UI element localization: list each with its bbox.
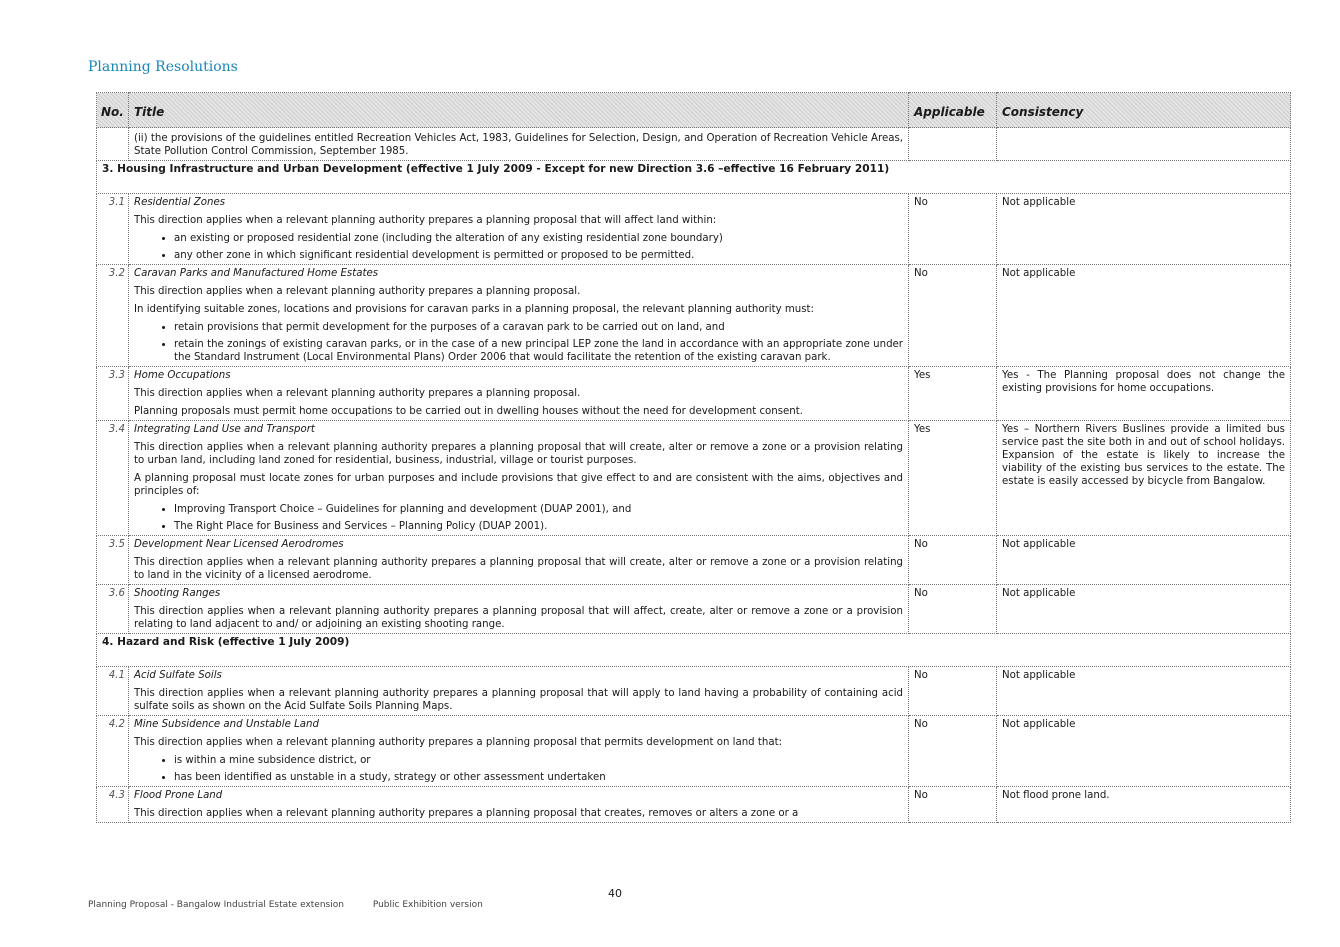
section-row-4: 4. Hazard and Risk (effective 1 July 200… bbox=[96, 633, 1291, 667]
direction-title: Residential Zones bbox=[134, 197, 226, 208]
consistency-cell: Not applicable bbox=[996, 666, 1291, 716]
list-item: retain provisions that permit developmen… bbox=[174, 321, 903, 334]
applicable-cell: No bbox=[908, 264, 997, 367]
direction-title: Integrating Land Use and Transport bbox=[134, 424, 315, 435]
applicable-cell: No bbox=[908, 715, 997, 787]
direction-text: Planning proposals must permit home occu… bbox=[134, 406, 803, 417]
col-header-title: Title bbox=[128, 92, 909, 128]
bullet-list: an existing or proposed residential zone… bbox=[134, 232, 903, 262]
applicable-cell: No bbox=[908, 193, 997, 265]
direction-text: This direction applies when a relevant p… bbox=[134, 737, 783, 748]
direction-text: This direction applies when a relevant p… bbox=[134, 557, 903, 581]
direction-title: Mine Subsidence and Unstable Land bbox=[134, 719, 319, 730]
table-row: 3.2 Caravan Parks and Manufactured Home … bbox=[96, 264, 1291, 367]
list-item: The Right Place for Business and Service… bbox=[174, 520, 903, 533]
section-title: 3. Housing Infrastructure and Urban Deve… bbox=[96, 160, 1291, 194]
direction-title: Development Near Licensed Aerodromes bbox=[134, 539, 344, 550]
consistency-cell: Not applicable bbox=[996, 584, 1291, 634]
applicable-cell: No bbox=[908, 666, 997, 716]
row-number: 4.2 bbox=[96, 715, 129, 787]
row-number: 3.5 bbox=[96, 535, 129, 585]
row-number: 3.6 bbox=[96, 584, 129, 634]
table-row: 4.3 Flood Prone Land This direction appl… bbox=[96, 786, 1291, 823]
list-item: has been identified as unstable in a stu… bbox=[174, 771, 903, 784]
list-item: an existing or proposed residential zone… bbox=[174, 232, 903, 245]
list-item: Improving Transport Choice – Guidelines … bbox=[174, 503, 903, 516]
col-header-no: No. bbox=[96, 92, 129, 128]
applicable-cell: No bbox=[908, 584, 997, 634]
direction-text: This direction applies when a relevant p… bbox=[134, 688, 903, 712]
consistency-cell: Not flood prone land. bbox=[996, 786, 1291, 823]
table-header-row: No. Title Applicable Consistency bbox=[96, 92, 1291, 128]
direction-text: This direction applies when a relevant p… bbox=[134, 606, 903, 630]
page-number: 40 bbox=[608, 887, 622, 900]
list-item: retain the zonings of existing caravan p… bbox=[174, 338, 903, 364]
footer-version: Public Exhibition version bbox=[372, 900, 483, 910]
direction-title: Flood Prone Land bbox=[134, 790, 223, 801]
table-row: 4.1 Acid Sulfate Soils This direction ap… bbox=[96, 666, 1291, 716]
table-row: (ii) the provisions of the guidelines en… bbox=[96, 127, 1291, 161]
direction-text: A planning proposal must locate zones fo… bbox=[134, 473, 903, 497]
consistency-cell: Not applicable bbox=[996, 535, 1291, 585]
direction-text: This direction applies when a relevant p… bbox=[134, 215, 717, 226]
section-title: 4. Hazard and Risk (effective 1 July 200… bbox=[96, 633, 1291, 667]
bullet-list: retain provisions that permit developmen… bbox=[134, 321, 903, 364]
applicable-cell: No bbox=[908, 535, 997, 585]
row-text: (ii) the provisions of the guidelines en… bbox=[134, 133, 903, 157]
direction-title: Home Occupations bbox=[134, 370, 231, 381]
direction-text: This direction applies when a relevant p… bbox=[134, 808, 799, 819]
direction-title: Caravan Parks and Manufactured Home Esta… bbox=[134, 268, 379, 279]
direction-text: This direction applies when a relevant p… bbox=[134, 286, 581, 297]
consistency-cell: Not applicable bbox=[996, 715, 1291, 787]
bullet-list: Improving Transport Choice – Guidelines … bbox=[134, 503, 903, 533]
planning-resolutions-table: No. Title Applicable Consistency (ii) th… bbox=[96, 92, 1291, 823]
table-row: 3.6 Shooting Ranges This direction appli… bbox=[96, 584, 1291, 634]
row-number: 4.3 bbox=[96, 786, 129, 823]
footer-document-title: Planning Proposal - Bangalow Industrial … bbox=[88, 900, 344, 910]
bullet-list: is within a mine subsidence district, or… bbox=[134, 754, 903, 784]
row-number: 3.3 bbox=[96, 366, 129, 421]
applicable-cell: Yes bbox=[908, 420, 997, 536]
list-item: any other zone in which significant resi… bbox=[174, 249, 903, 262]
page-heading: Planning Resolutions bbox=[88, 59, 238, 75]
direction-text: This direction applies when a relevant p… bbox=[134, 388, 581, 399]
row-number: 4.1 bbox=[96, 666, 129, 716]
consistency-cell: Not applicable bbox=[996, 264, 1291, 367]
consistency-cell: Yes – Northern Rivers Buslines provide a… bbox=[996, 420, 1291, 536]
table-row: 4.2 Mine Subsidence and Unstable Land Th… bbox=[96, 715, 1291, 787]
section-row-3: 3. Housing Infrastructure and Urban Deve… bbox=[96, 160, 1291, 194]
page-footer: Planning Proposal - Bangalow Industrial … bbox=[88, 900, 509, 910]
direction-title: Acid Sulfate Soils bbox=[134, 670, 222, 681]
table-row: 3.5 Development Near Licensed Aerodromes… bbox=[96, 535, 1291, 585]
row-number: 3.4 bbox=[96, 420, 129, 536]
col-header-applicable: Applicable bbox=[908, 92, 997, 128]
table-row: 3.1 Residential Zones This direction app… bbox=[96, 193, 1291, 265]
direction-text: This direction applies when a relevant p… bbox=[134, 442, 903, 466]
applicable-cell: No bbox=[908, 786, 997, 823]
col-header-consistency: Consistency bbox=[996, 92, 1291, 128]
consistency-cell: Not applicable bbox=[996, 193, 1291, 265]
list-item: is within a mine subsidence district, or bbox=[174, 754, 903, 767]
table-row: 3.4 Integrating Land Use and Transport T… bbox=[96, 420, 1291, 536]
direction-title: Shooting Ranges bbox=[134, 588, 221, 599]
applicable-cell: Yes bbox=[908, 366, 997, 421]
row-number: 3.1 bbox=[96, 193, 129, 265]
table-row: 3.3 Home Occupations This direction appl… bbox=[96, 366, 1291, 421]
row-number: 3.2 bbox=[96, 264, 129, 367]
consistency-cell: Yes - The Planning proposal does not cha… bbox=[996, 366, 1291, 421]
direction-text: In identifying suitable zones, locations… bbox=[134, 304, 814, 315]
